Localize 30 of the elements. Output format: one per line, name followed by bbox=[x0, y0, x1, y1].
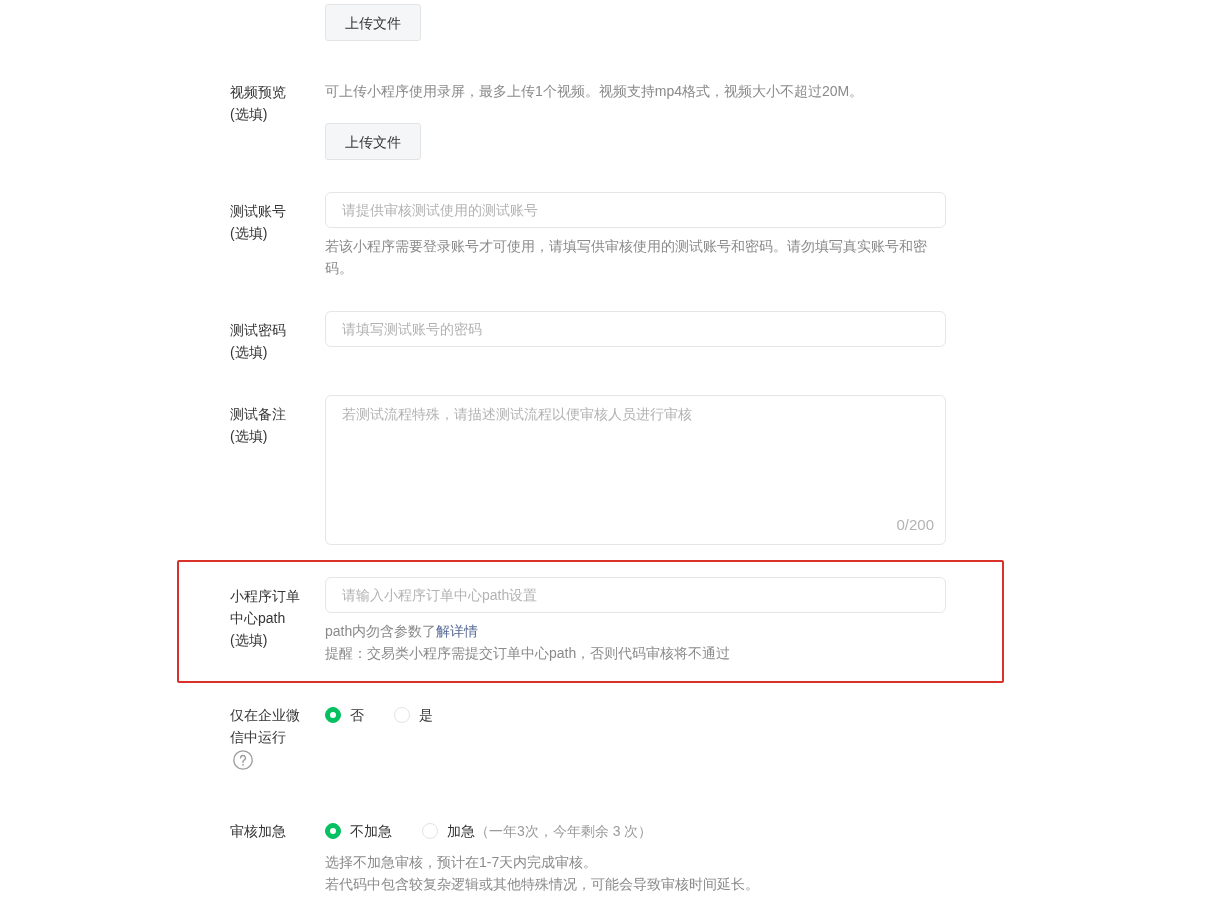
radio-option[interactable]: 是 bbox=[394, 704, 433, 726]
upload-button[interactable]: 上传文件 bbox=[325, 4, 421, 41]
description-text: 可上传小程序使用录屏，最多上传1个视频。视频支持mp4格式，视频大小不超过20M。 bbox=[325, 82, 865, 101]
field-label: 测试账号 bbox=[230, 202, 287, 221]
field-label: 审核加急 bbox=[230, 822, 287, 841]
hint-text: path内勿含参数了解详情 bbox=[325, 622, 480, 641]
optional-note: (选填) bbox=[230, 105, 269, 124]
hint-text: 若代码中包含较复杂逻辑或其他特殊情况，可能会导致审核时间延长。 bbox=[325, 875, 760, 894]
field-label: 仅在企业微信中运行 bbox=[230, 706, 301, 747]
field-label: 视频预览 bbox=[230, 83, 287, 102]
optional-note: (选填) bbox=[230, 224, 269, 243]
hint-text: 若该小程序需要登录账号才可使用，请填写供审核使用的测试账号和密码。请勿填写真实账号和密码。 bbox=[325, 237, 928, 278]
radio-option[interactable]: 不加急 bbox=[325, 820, 392, 842]
details-link[interactable]: 解详情 bbox=[436, 623, 479, 639]
radio-option[interactable]: 否 bbox=[325, 704, 364, 726]
hint-text: 选择不加急审核，预计在1-7天内完成审核。 bbox=[325, 853, 599, 872]
field-label: 小程序订单中心path bbox=[230, 587, 301, 628]
help-icon[interactable] bbox=[233, 750, 253, 770]
char-counter: 0/200 bbox=[896, 515, 934, 535]
text-input[interactable]: 请提供审核测试使用的测试账号 bbox=[325, 192, 946, 228]
text-input[interactable]: 请输入小程序订单中心path设置 bbox=[325, 577, 946, 613]
optional-note: (选填) bbox=[230, 631, 269, 650]
radio-option[interactable]: 加急（一年3次，今年剩余 3 次） bbox=[422, 820, 653, 842]
optional-note: (选填) bbox=[230, 427, 269, 446]
text-input[interactable]: 请填写测试账号的密码 bbox=[325, 311, 946, 347]
field-label: 测试备注 bbox=[230, 405, 287, 424]
hint-text: 提醒：交易类小程序需提交订单中心path，否则代码审核将不通过 bbox=[325, 644, 732, 663]
field-label: 测试密码 bbox=[230, 321, 287, 340]
optional-note: (选填) bbox=[230, 343, 269, 362]
upload-button[interactable]: 上传文件 bbox=[325, 123, 421, 160]
